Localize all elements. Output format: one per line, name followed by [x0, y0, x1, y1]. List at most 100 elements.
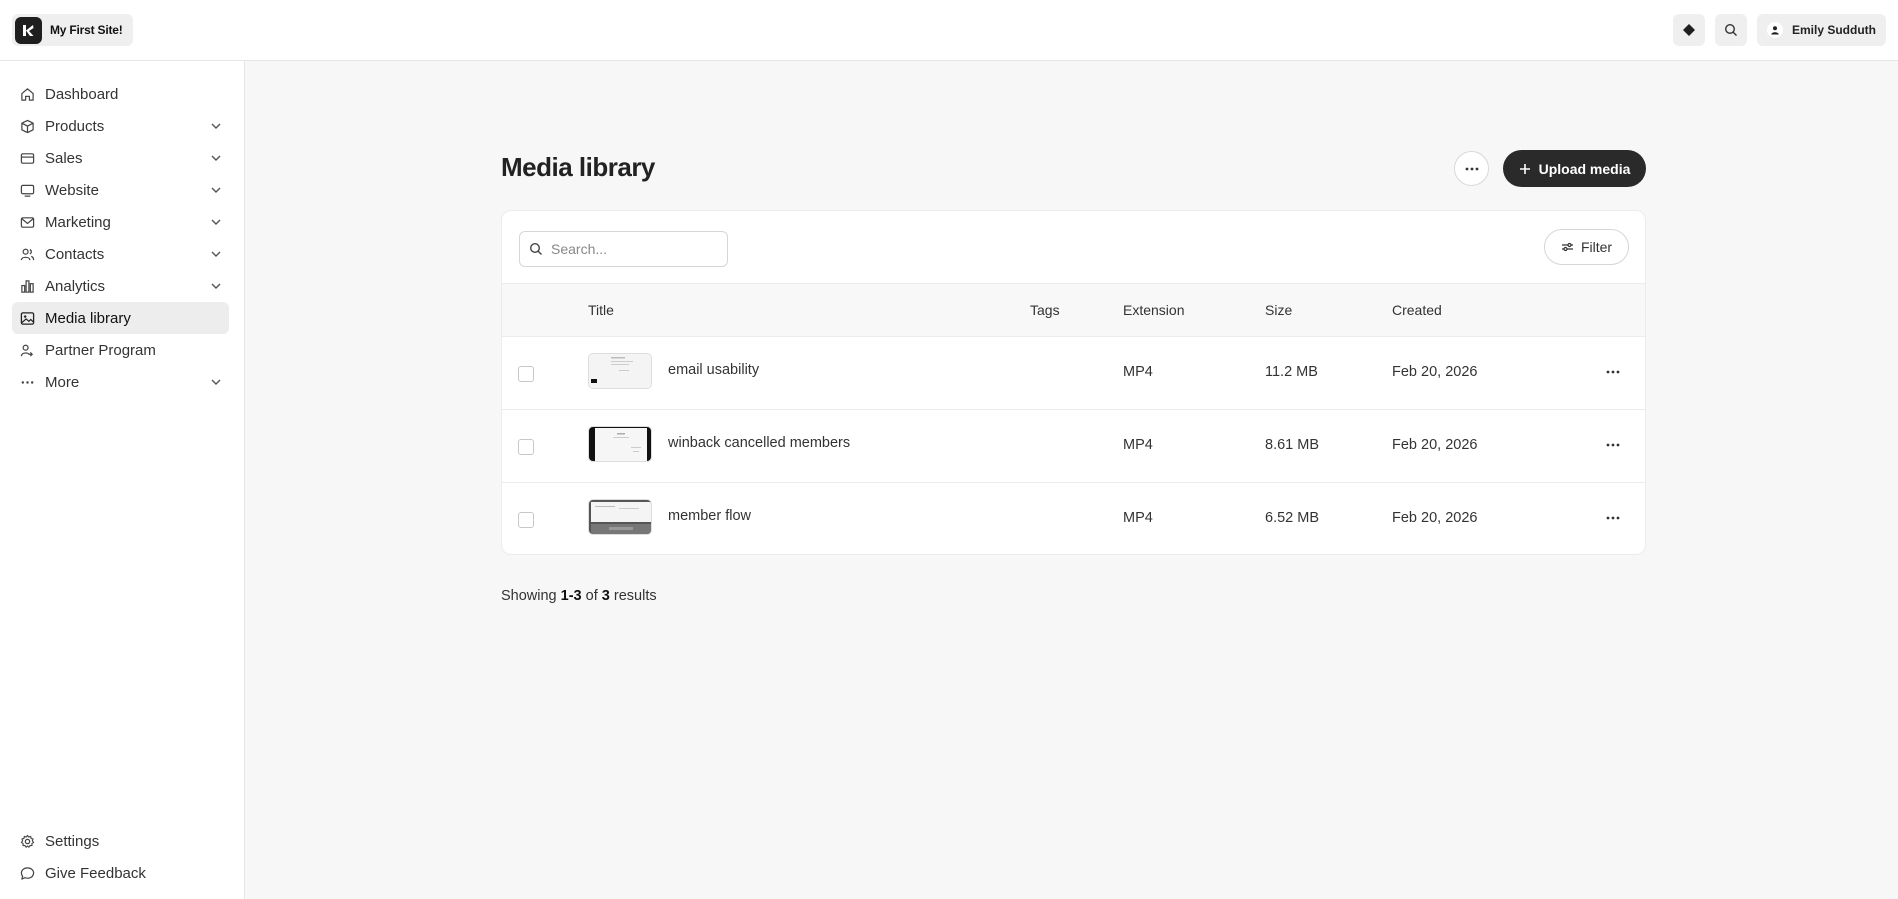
sidebar-item-label: Website	[45, 181, 99, 199]
image-icon	[19, 310, 35, 326]
results-range: 1-3	[560, 588, 582, 604]
sidebar-item-products[interactable]: Products	[12, 110, 229, 142]
sidebar-bottom-nav: Settings Give Feedback	[12, 825, 229, 889]
sidebar-item-settings[interactable]: Settings	[12, 825, 229, 857]
filter-label: Filter	[1580, 239, 1613, 255]
row-extension: MP4	[1123, 510, 1153, 526]
page-title: Media library	[501, 152, 655, 182]
chevron-down-icon	[211, 379, 221, 385]
user-menu-button[interactable]: Emily Sudduth	[1757, 14, 1886, 46]
row-created: Feb 20, 2026	[1392, 437, 1478, 453]
ellipsis-icon	[1465, 167, 1478, 170]
mail-icon	[19, 214, 35, 230]
results-of: of	[585, 588, 598, 604]
column-header-tags[interactable]: Tags	[1030, 302, 1060, 318]
sidebar-nav: Dashboard Products Sales Website Marketi…	[12, 78, 229, 398]
column-header-title[interactable]: Title	[588, 302, 614, 318]
table-row[interactable]: email usability MP4 11.2 MB Feb 20, 2026	[502, 337, 1645, 410]
row-checkbox[interactable]	[518, 439, 534, 455]
column-header-size[interactable]: Size	[1265, 302, 1292, 318]
sidebar-item-more[interactable]: More	[12, 366, 229, 398]
avatar	[1767, 22, 1783, 38]
sidebar-item-dashboard[interactable]: Dashboard	[12, 78, 229, 110]
table-row[interactable]: winback cancelled members MP4 8.61 MB Fe…	[502, 410, 1645, 483]
filter-button[interactable]: Filter	[1544, 229, 1629, 265]
sidebar-item-label: Marketing	[45, 213, 111, 231]
top-bar: My First Site! Emily Sudduth	[0, 0, 1898, 61]
row-title[interactable]: member flow	[668, 508, 751, 524]
chat-bubble-icon	[19, 865, 35, 881]
sidebar-item-label: Dashboard	[45, 85, 119, 103]
row-created: Feb 20, 2026	[1392, 510, 1478, 526]
chevron-down-icon	[211, 219, 221, 225]
site-name: My First Site!	[50, 23, 123, 37]
video-thumbnail[interactable]	[588, 499, 652, 535]
sidebar-item-label: More	[45, 373, 80, 391]
box-icon	[19, 118, 35, 134]
bar-chart-icon	[19, 278, 35, 294]
users-icon	[19, 246, 35, 262]
dots-icon	[19, 374, 35, 390]
sidebar-item-label: Give Feedback	[45, 864, 146, 882]
upload-media-button[interactable]: Upload media	[1503, 150, 1646, 187]
upload-media-label: Upload media	[1538, 160, 1631, 177]
sidebar-item-sales[interactable]: Sales	[12, 142, 229, 174]
column-header-extension[interactable]: Extension	[1123, 302, 1184, 318]
sidebar-item-contacts[interactable]: Contacts	[12, 238, 229, 270]
row-checkbox[interactable]	[518, 512, 534, 528]
sidebar-item-label: Sales	[45, 149, 83, 167]
search-icon[interactable]	[1715, 14, 1747, 46]
search-icon	[529, 242, 542, 255]
monitor-icon	[19, 182, 35, 198]
row-created: Feb 20, 2026	[1392, 364, 1478, 380]
chevron-down-icon	[211, 251, 221, 257]
sidebar-item-label: Media library	[45, 309, 131, 327]
chevron-down-icon	[211, 123, 221, 129]
sidebar-item-label: Analytics	[45, 277, 106, 295]
video-thumbnail[interactable]	[588, 426, 652, 462]
filter-icon	[1561, 242, 1573, 252]
gear-icon	[19, 833, 35, 849]
table-row[interactable]: member flow MP4 6.52 MB Feb 20, 2026	[502, 483, 1645, 554]
sidebar-item-partner-program[interactable]: Partner Program	[12, 334, 229, 366]
credit-card-icon	[19, 150, 35, 166]
row-actions-icon[interactable]	[1603, 437, 1623, 453]
sidebar-item-label: Partner Program	[45, 341, 156, 359]
results-total: 3	[601, 588, 610, 604]
chevron-down-icon	[211, 155, 221, 161]
diamond-icon[interactable]	[1673, 14, 1705, 46]
column-header-created[interactable]: Created	[1392, 302, 1442, 318]
row-size: 6.52 MB	[1265, 510, 1319, 526]
plus-icon	[1519, 163, 1530, 174]
results-summary: Showing 1-3 of 3 results	[501, 588, 657, 604]
sidebar-item-analytics[interactable]: Analytics	[12, 270, 229, 302]
row-size: 11.2 MB	[1265, 364, 1318, 380]
sidebar-item-media-library[interactable]: Media library	[12, 302, 229, 334]
row-title[interactable]: email usability	[668, 362, 759, 378]
kajabi-logo-icon	[15, 16, 42, 44]
sidebar-item-label: Contacts	[45, 245, 105, 263]
search-field[interactable]	[519, 231, 728, 267]
sidebar-item-give-feedback[interactable]: Give Feedback	[12, 857, 229, 889]
sidebar-item-label: Products	[45, 117, 105, 135]
video-thumbnail[interactable]	[588, 353, 652, 389]
chevron-down-icon	[211, 283, 221, 289]
sidebar-item-website[interactable]: Website	[12, 174, 229, 206]
results-prefix: Showing	[501, 588, 557, 604]
table-body: email usability MP4 11.2 MB Feb 20, 2026…	[502, 337, 1645, 554]
row-title[interactable]: winback cancelled members	[668, 435, 850, 451]
row-size: 8.61 MB	[1265, 437, 1319, 453]
chevron-down-icon	[211, 187, 221, 193]
search-input[interactable]	[551, 241, 711, 257]
row-actions-icon[interactable]	[1603, 510, 1623, 526]
sidebar-item-marketing[interactable]: Marketing	[12, 206, 229, 238]
row-checkbox[interactable]	[518, 366, 534, 382]
site-switcher[interactable]: My First Site!	[12, 14, 133, 46]
more-options-button[interactable]	[1454, 151, 1489, 186]
row-extension: MP4	[1123, 364, 1153, 380]
home-icon	[19, 86, 35, 102]
row-actions-icon[interactable]	[1603, 364, 1623, 380]
partner-icon	[19, 342, 35, 358]
row-extension: MP4	[1123, 437, 1153, 453]
results-suffix: results	[613, 588, 657, 604]
